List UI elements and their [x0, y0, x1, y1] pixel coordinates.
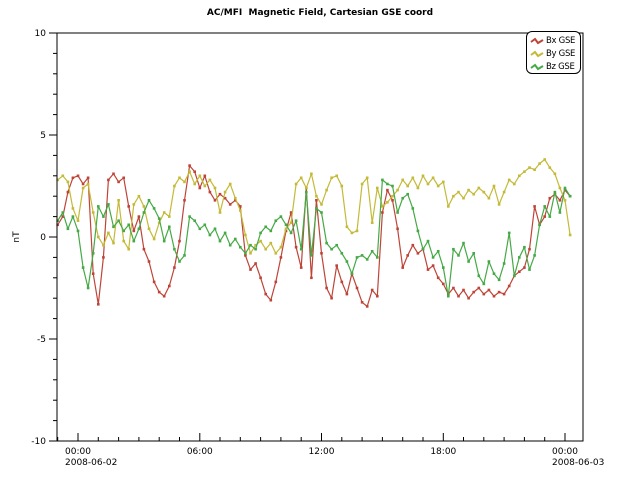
y-tick-label: -5: [37, 335, 46, 345]
x-tick-label: 12:00: [309, 447, 335, 457]
legend-label-by: By GSE: [546, 49, 575, 59]
y-tick-label: -10: [31, 437, 46, 447]
x-date-label: 2008-06-02: [65, 458, 117, 468]
legend-item-bz: Bz GSE: [530, 60, 580, 73]
x-tick-label: 00:00: [552, 447, 578, 457]
plot-window: AC/MFI Magnetic Field, Cartesian GSE coo…: [0, 0, 640, 480]
y-tick-label: 5: [40, 131, 46, 141]
y-tick-label: 10: [35, 29, 47, 39]
legend-label-bx: Bx GSE: [546, 36, 575, 46]
x-tick-label: 06:00: [187, 447, 213, 457]
legend-item-bx: Bx GSE: [530, 34, 580, 47]
x-tick-label: 18:00: [430, 447, 456, 457]
x-date-label: 2008-06-03: [552, 458, 604, 468]
y-tick-label: 0: [40, 233, 46, 243]
x-tick-label: 00:00: [65, 447, 91, 457]
legend-item-by: By GSE: [530, 47, 580, 60]
legend-label-bz: Bz GSE: [546, 62, 575, 72]
bx-line-sample-icon: [530, 37, 544, 45]
legend-box: Bx GSE By GSE Bz GSE: [526, 31, 581, 74]
bz-line-sample-icon: [530, 63, 544, 71]
by-line-sample-icon: [530, 50, 544, 58]
